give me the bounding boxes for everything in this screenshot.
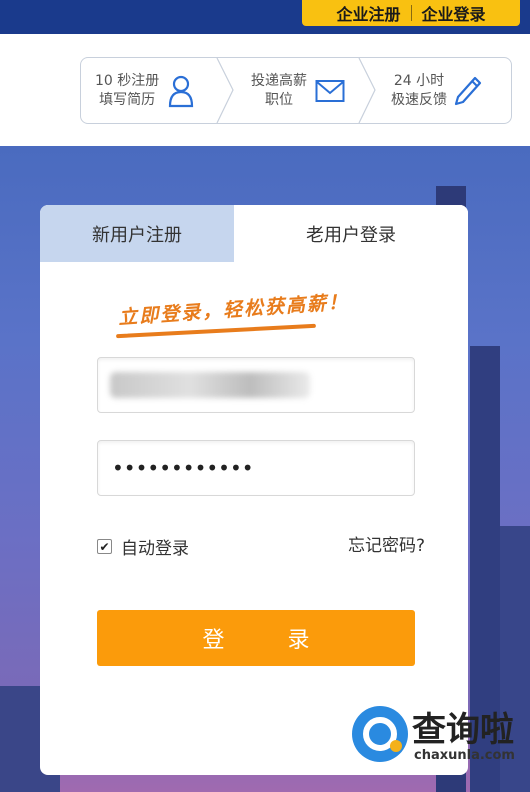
step-line1: 投递高薪 (251, 72, 307, 89)
watermark-brand: 查询啦 (412, 710, 514, 750)
tab-old-user-login[interactable]: 老用户登录 (234, 205, 468, 262)
step-register: 10 秒注册 填写简历 (95, 58, 195, 123)
steps-strip: 10 秒注册 填写简历 投递高薪 职位 24 小时 极速反馈 (80, 57, 512, 124)
password-field[interactable] (97, 440, 415, 496)
auto-login-checkbox[interactable]: ✔ (97, 539, 112, 554)
login-card: 新用户注册 老用户登录 立即登录，轻松获高薪！ ✔ 自动登录 忘记密码? 登 录 (40, 205, 468, 775)
watermark: 查询啦 chaxunla.com (352, 700, 522, 780)
step-line2: 极速反馈 (391, 91, 447, 108)
chevron-right-icon (358, 58, 376, 123)
step-line2: 职位 (265, 91, 293, 108)
person-icon (169, 75, 194, 107)
auto-login-label: 自动登录 (121, 539, 189, 559)
step-feedback: 24 小时 极速反馈 (391, 58, 483, 123)
logo-q-icon (352, 706, 408, 762)
password-input[interactable] (98, 441, 414, 495)
step-line2: 填写简历 (99, 91, 156, 108)
envelope-icon (315, 79, 345, 102)
step-line1: 10 秒注册 (95, 72, 160, 89)
blurred-username (110, 372, 310, 398)
watermark-domain: chaxunla.com (414, 748, 515, 763)
username-field[interactable] (97, 357, 415, 413)
corp-register-link[interactable]: 企业注册 (326, 1, 410, 25)
chevron-right-icon (216, 58, 234, 123)
logo-dot (390, 740, 402, 752)
tab-new-user-register[interactable]: 新用户注册 (40, 205, 234, 262)
top-bar: 企业注册 企业登录 (0, 0, 530, 34)
step-apply: 投递高薪 职位 (251, 58, 345, 123)
login-button[interactable]: 登 录 (97, 610, 415, 666)
pencil-icon (454, 76, 482, 105)
corp-links: 企业注册 企业登录 (302, 0, 520, 26)
corp-login-link[interactable]: 企业登录 (412, 1, 496, 25)
forgot-password-link[interactable]: 忘记密码? (348, 531, 425, 556)
step-line1: 24 小时 (393, 72, 445, 89)
auto-login[interactable]: ✔ 自动登录 (97, 534, 189, 559)
